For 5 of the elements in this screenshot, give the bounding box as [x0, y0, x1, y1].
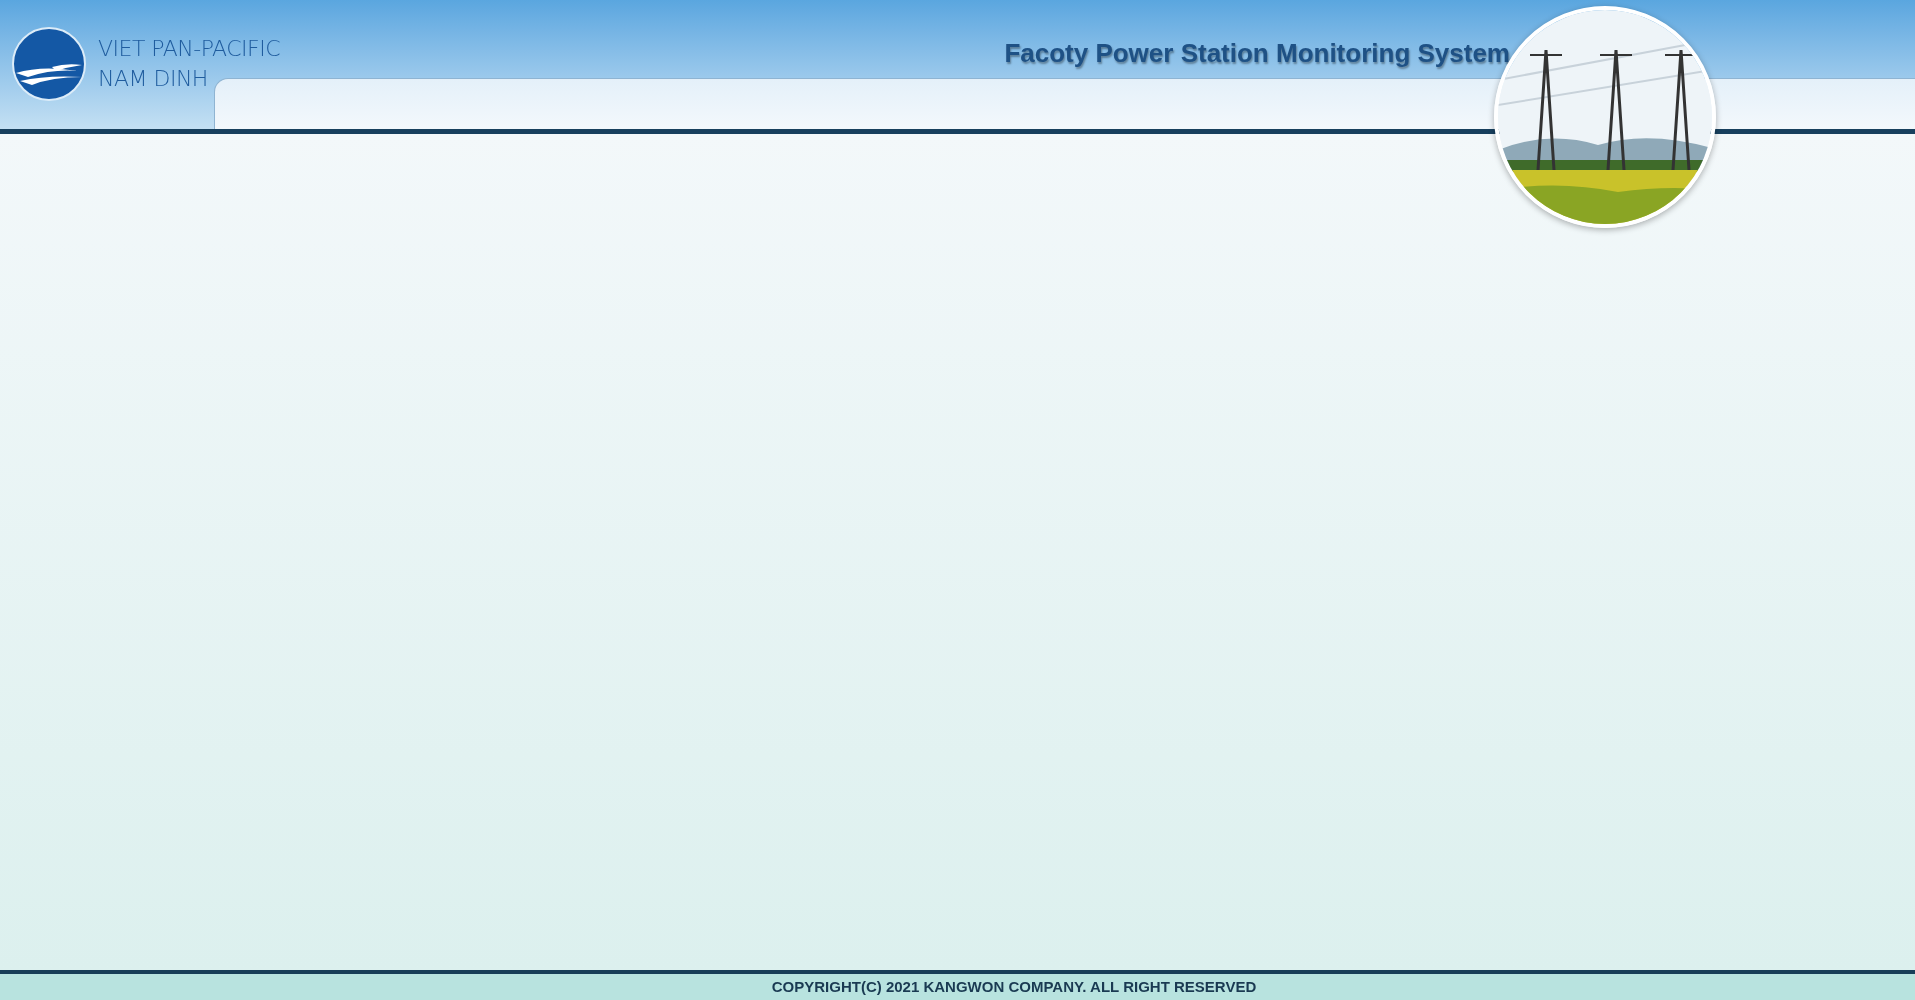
logo-icon [12, 27, 86, 101]
company-name: VIET PAN-PACIFIC [98, 35, 281, 63]
company-name: NAM DINH [98, 65, 209, 93]
app-title: Facoty Power Station Monitoring System [1004, 37, 1510, 70]
copyright-text: COPYRIGHT(C) 2021 KANGWON COMPANY. ALL RIGHT RESERVED [771, 976, 1257, 997]
